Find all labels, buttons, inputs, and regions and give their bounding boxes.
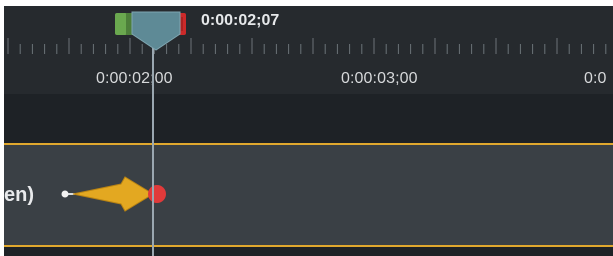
arrow-annotation[interactable] (59, 174, 179, 218)
playhead-time-readout: 0:00:02;07 (201, 12, 280, 29)
playhead-handle[interactable] (112, 10, 198, 52)
playhead-line[interactable] (152, 26, 154, 256)
timeline-panel: 0:00:02;00 0:00:03;00 0:0 en) 0:00:02;07 (4, 6, 613, 256)
ruler-label-4s: 0:0 (584, 70, 607, 87)
playhead-icon[interactable] (131, 11, 181, 51)
track-gap (4, 94, 613, 143)
clip-label: en) (4, 184, 34, 206)
arrow-icon (72, 176, 154, 212)
ruler-ticks (4, 36, 613, 58)
ruler-label-2s: 0:00:02;00 (96, 70, 173, 87)
arrow-end-handle[interactable] (148, 185, 166, 203)
ruler-label-3s: 0:00:03;00 (341, 70, 418, 87)
selection-start-marker[interactable] (115, 13, 127, 35)
timeline-ruler[interactable]: 0:00:02;00 0:00:03;00 0:0 (4, 6, 613, 94)
arrow-start-handle[interactable] (61, 190, 69, 198)
